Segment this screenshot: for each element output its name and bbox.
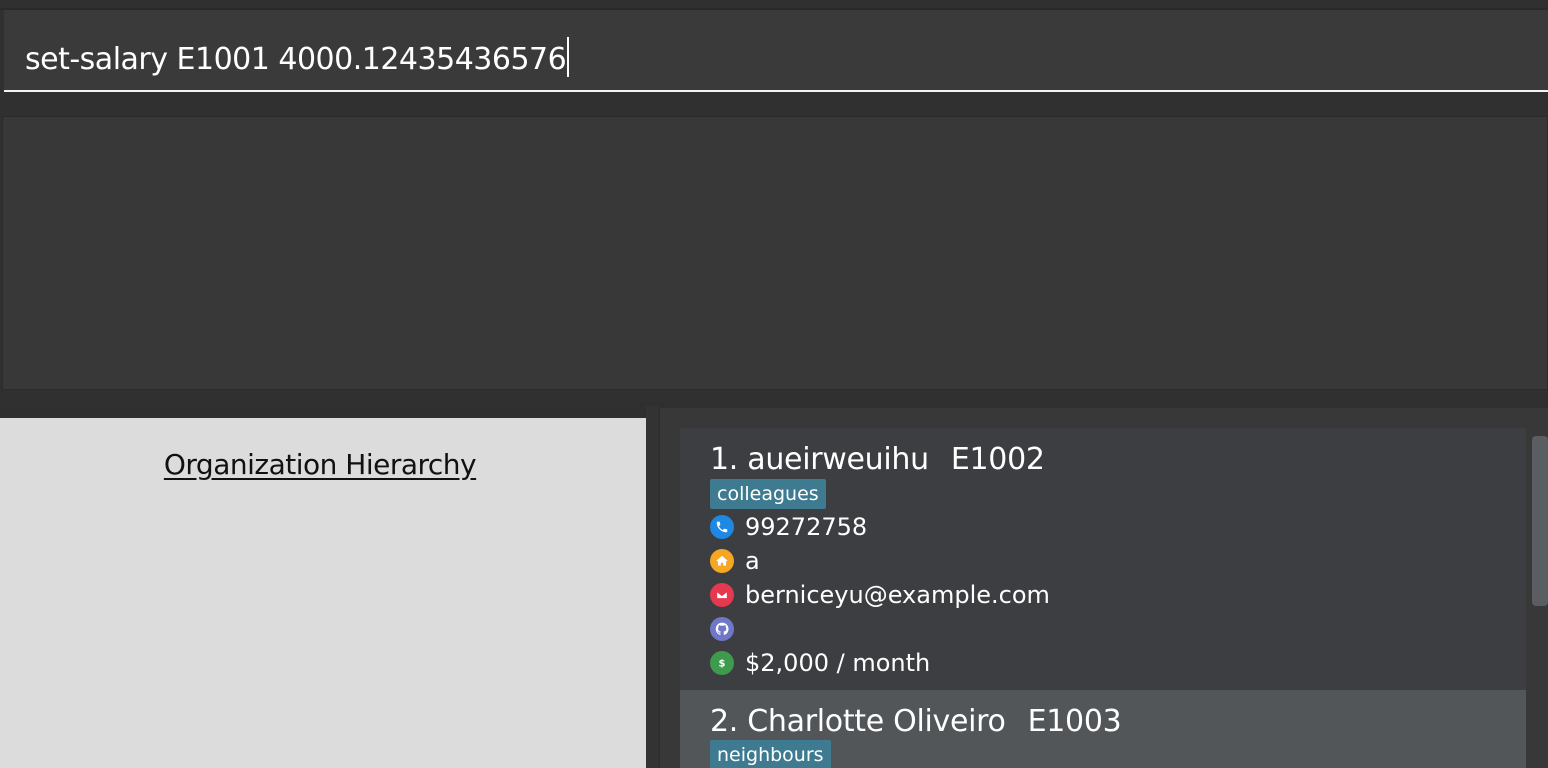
result-display[interactable] [2, 116, 1548, 390]
result-display-area [0, 104, 1548, 402]
mail-icon [710, 583, 734, 607]
command-input[interactable]: set-salary E1001 4000.12435436576 [4, 10, 1548, 92]
command-value: set-salary E1001 4000.12435436576 [25, 42, 567, 77]
salary-row: $ $2,000 / month [710, 648, 930, 678]
person-name-line: 1. aueirweuihu E1002 [710, 442, 1045, 477]
command-text[interactable]: set-salary E1001 4000.12435436576 [25, 37, 570, 77]
person-name-line: 2. Charlotte Oliveiro E1003 [710, 704, 1122, 739]
person-name: 1. aueirweuihu [710, 442, 929, 477]
phone-row: 99272758 [710, 512, 867, 542]
email-value: berniceyu@example.com [745, 581, 1050, 609]
employee-id: E1002 [950, 442, 1045, 477]
organization-hierarchy-panel: Organization Hierarchy [0, 418, 646, 768]
person-card[interactable]: 1. aueirweuihu E1002 colleagues 99272758 … [680, 428, 1526, 690]
person-tag: colleagues [710, 479, 826, 509]
email-row: berniceyu@example.com [710, 580, 1050, 610]
person-name: 2. Charlotte Oliveiro [710, 704, 1006, 739]
salary-value: $2,000 / month [745, 649, 931, 677]
dollar-icon: $ [710, 651, 734, 675]
person-list-panel[interactable]: 1. aueirweuihu E1002 colleagues 99272758 … [660, 408, 1548, 768]
home-icon [710, 549, 734, 573]
list-scrollbar-thumb[interactable] [1532, 436, 1548, 606]
person-tag: neighbours [710, 740, 831, 768]
address-row: a [710, 546, 760, 576]
app-window: set-salary E1001 4000.12435436576 Organi… [0, 0, 1548, 768]
hierarchy-title: Organization Hierarchy [163, 448, 477, 481]
employee-id: E1003 [1027, 704, 1122, 739]
phone-value: 99272758 [745, 513, 868, 541]
phone-icon [710, 515, 734, 539]
address-value: a [745, 547, 760, 575]
split-divider[interactable] [646, 406, 658, 768]
text-caret [567, 37, 570, 77]
github-icon [710, 617, 734, 641]
github-row [710, 614, 745, 644]
svg-text:$: $ [719, 659, 726, 670]
command-area: set-salary E1001 4000.12435436576 [0, 0, 1548, 104]
person-card-selected[interactable]: 2. Charlotte Oliveiro E1003 neighbours [680, 690, 1526, 768]
